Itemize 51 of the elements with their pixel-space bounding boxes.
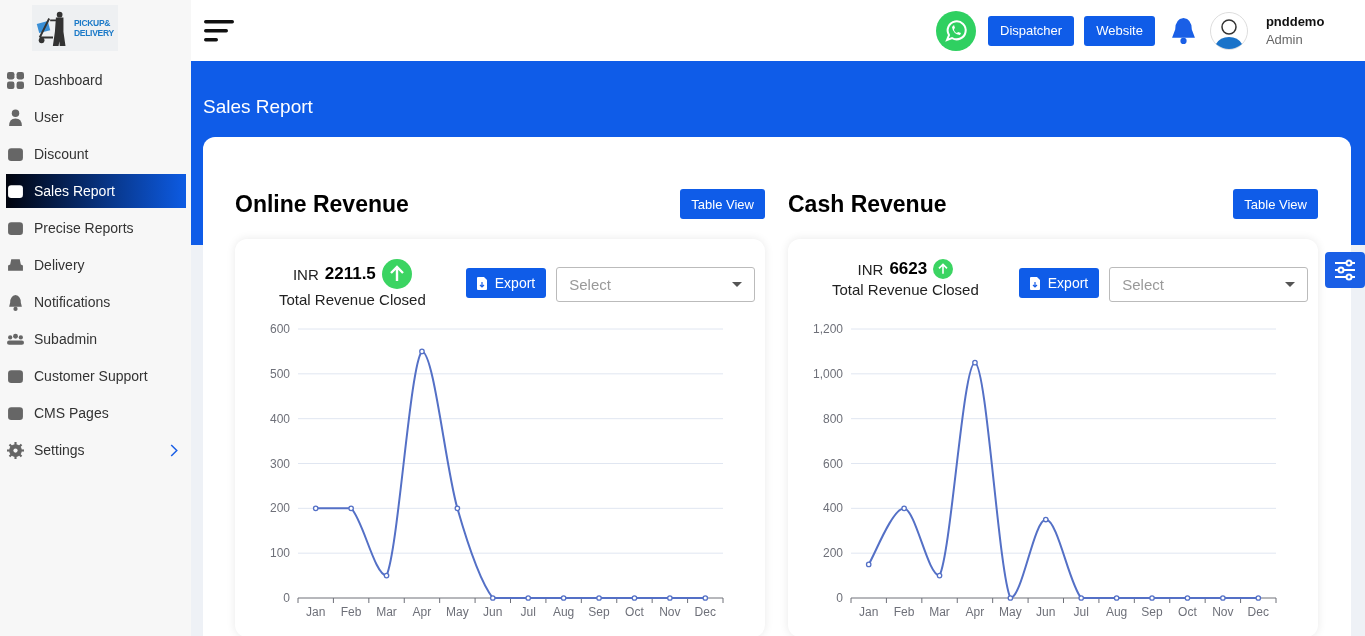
axis-tick-label: Nov	[1212, 605, 1234, 619]
axis-tick-label: 200	[822, 546, 843, 561]
axis-tick-label: Jan	[859, 605, 879, 619]
axis-tick-label: Sep	[588, 605, 610, 619]
user-role: Admin	[1265, 32, 1304, 47]
axis-tick-label: Nov	[659, 605, 681, 619]
axis-tick-label: 300	[269, 456, 290, 471]
axis-tick-label: 500	[269, 366, 290, 381]
axis-tick-label: Sep	[1141, 605, 1163, 619]
axis-tick-label: Apr	[412, 605, 432, 619]
axis-tick-label: 600	[269, 322, 290, 336]
axis-tick-label: 1,200	[812, 322, 843, 336]
axis-tick-label: Aug	[1105, 605, 1128, 619]
axis-tick-label: May	[999, 605, 1022, 619]
axis-tick-label: Apr	[965, 605, 985, 619]
axis-tick-label: 600	[822, 456, 843, 471]
revenue-amount: 2211.5	[324, 264, 376, 284]
section-title: Cash Revenue	[788, 190, 947, 218]
user-name: pnddemo	[1265, 14, 1325, 29]
axis-tick-label: Aug	[552, 605, 575, 619]
axis-tick-label: Jul	[1073, 605, 1089, 619]
axis-tick-label: 400	[822, 501, 843, 516]
revenue-caption: Total Revenue Closed	[832, 281, 979, 298]
axis-tick-label: Dec	[694, 605, 716, 619]
axis-tick-label: Feb	[340, 605, 362, 619]
axis-tick-label: May	[446, 605, 469, 619]
axis-tick-label: Jan	[306, 605, 326, 619]
axis-tick-label: Mar	[376, 605, 397, 619]
axis-tick-label: Jun	[483, 605, 503, 619]
revenue-amount: 6623	[889, 259, 928, 279]
section-title: Online Revenue	[235, 190, 409, 218]
axis-tick-label: 1,000	[812, 366, 843, 381]
revenue-caption: Total Revenue Closed	[279, 291, 426, 308]
axis-tick-label: 400	[269, 411, 290, 426]
axis-tick-label: Feb	[893, 605, 915, 619]
currency-label: INR	[292, 265, 319, 283]
axis-tick-label: Oct	[1178, 605, 1197, 619]
axis-tick-label: 200	[269, 501, 290, 516]
axis-tick-label: 800	[822, 411, 843, 426]
axis-tick-label: 0	[283, 591, 290, 605]
axis-tick-label: 0	[836, 591, 843, 605]
logo-text: DELIVERY	[74, 28, 114, 38]
axis-tick-label: Jul	[520, 605, 536, 619]
axis-tick-label: Oct	[625, 605, 644, 619]
axis-tick-label: Mar	[929, 605, 950, 619]
axis-tick-label: Dec	[1247, 605, 1269, 619]
logo-text: PICKUP&	[74, 18, 112, 28]
axis-tick-label: Jun	[1036, 605, 1056, 619]
axis-tick-label: 100	[269, 546, 290, 561]
page-title: Sales Report	[203, 96, 314, 118]
currency-label: INR	[857, 260, 884, 278]
